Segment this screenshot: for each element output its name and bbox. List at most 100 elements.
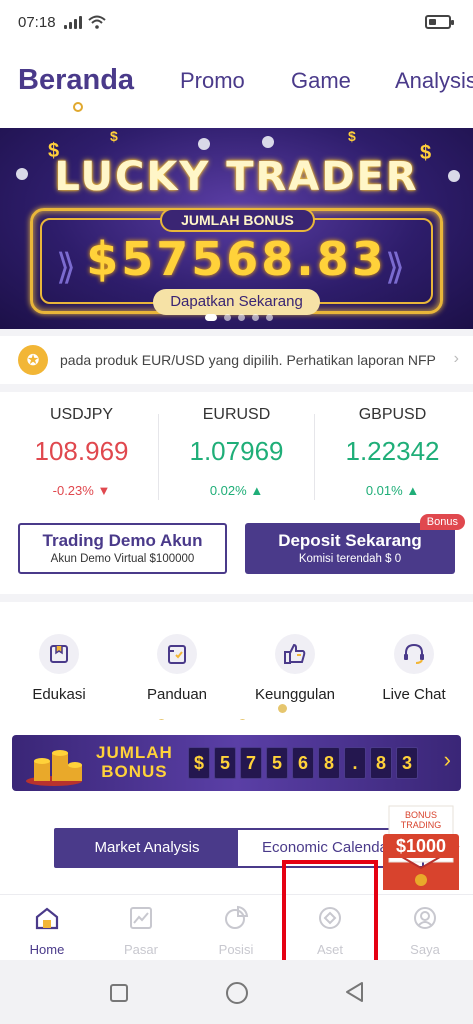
highlight-box <box>282 860 378 968</box>
feature-edukasi[interactable]: Edukasi <box>0 634 118 703</box>
promo-line2: TRADING <box>400 820 442 830</box>
carousel-dot[interactable] <box>205 314 217 321</box>
coin-icon: $ <box>110 128 118 144</box>
feature-keunggulan[interactable]: Keunggulan <box>236 634 354 703</box>
carousel-dot[interactable] <box>252 314 259 321</box>
quote-eurusd[interactable]: EURUSD 1.07969 0.02% ▲ <box>158 406 315 498</box>
quote-price: 1.22342 <box>345 436 440 466</box>
promo-label: BONUS TRADING <box>389 810 453 830</box>
wifi-icon <box>87 15 106 29</box>
bonus-trading-promo[interactable]: BONUS TRADING $1000 <box>379 802 463 892</box>
quote-change: -0.23% <box>52 483 94 498</box>
chevron-right-icon[interactable]: › <box>454 350 459 368</box>
active-tab-indicator <box>73 102 83 112</box>
banner-amount: $57568.83 <box>86 232 387 286</box>
recent-apps-button[interactable] <box>110 984 128 1002</box>
jackpot-label: JUMLAH BONUS <box>96 743 173 781</box>
carousel-dot[interactable] <box>224 314 231 321</box>
back-button[interactable] <box>343 980 365 1004</box>
banner-title: LUCKY TRADER <box>54 154 419 200</box>
bonus-badge: Bonus <box>419 514 465 530</box>
feature-live-chat[interactable]: Live Chat <box>355 634 473 703</box>
bottom-nav: Home Pasar Posisi Aset Saya <box>0 894 473 960</box>
home-icon <box>35 907 59 930</box>
quote-price: 1.07969 <box>189 436 284 466</box>
home-button[interactable] <box>226 982 248 1004</box>
nav-saya[interactable]: Saya <box>378 905 472 957</box>
carousel-dot[interactable] <box>238 314 245 321</box>
quote-usdjpy[interactable]: USDJPY 108.969 -0.23% ▼ <box>3 406 160 498</box>
jackpot-digit: 3 <box>396 747 418 779</box>
deposit-title: Deposit Sekarang <box>278 531 422 550</box>
tab-game[interactable]: Game <box>291 68 351 94</box>
thumbs-up-icon <box>275 634 315 674</box>
deposit-button[interactable]: Deposit Sekarang Komisi terendah $ 0 <box>245 523 455 574</box>
tab-market-analysis[interactable]: Market Analysis <box>56 830 238 866</box>
quotes-panel: USDJPY 108.969 -0.23% ▼ EURUSD 1.07969 0… <box>0 392 473 594</box>
nav-label: Pasar <box>124 942 158 957</box>
promo-line1: BONUS <box>404 810 437 820</box>
signal-icon <box>63 15 82 29</box>
quote-symbol: USDJPY <box>49 406 114 423</box>
pie-chart-icon <box>225 905 249 929</box>
ornament-icon <box>198 138 210 150</box>
promo-banner[interactable]: $ $ $ $ LUCKY TRADER JUMLAH BONUS ⟫ ⟫ $5… <box>0 128 473 329</box>
chart-icon <box>130 907 152 929</box>
demo-account-button[interactable]: Trading Demo Akun Akun Demo Virtual $100… <box>18 523 227 574</box>
top-nav: Beranda Promo Game Analysis <box>0 44 473 128</box>
battery-icon <box>425 15 454 29</box>
get-now-button[interactable]: Dapatkan Sekarang <box>153 289 320 315</box>
jackpot-label-line1: JUMLAH <box>96 743 173 762</box>
quote-change: 0.02% <box>209 483 247 498</box>
coin-stack-icon <box>26 750 82 786</box>
nav-posisi[interactable]: Posisi <box>189 905 283 957</box>
feature-label: Edukasi <box>32 686 86 703</box>
coin-icon <box>278 704 287 713</box>
award-icon: ✪ <box>18 345 48 375</box>
feature-label: Keunggulan <box>254 686 336 703</box>
feature-label: Panduan <box>146 686 208 703</box>
nav-label: Home <box>29 942 65 957</box>
quote-change: 0.01% <box>365 483 403 498</box>
bonus-label: JUMLAH BONUS <box>160 208 315 232</box>
user-icon <box>414 907 436 929</box>
feature-grid: Edukasi Panduan Keunggulan Live Chat <box>0 602 473 728</box>
status-bar: 07:18 <box>0 0 473 44</box>
jackpot-digits: $ 5 7 5 6 8 . 8 3 <box>188 747 418 779</box>
arrow-up-icon: ▲ <box>406 483 420 498</box>
quote-symbol: EURUSD <box>202 406 271 423</box>
carousel-dot[interactable] <box>266 314 273 321</box>
analysis-section: Market Analysis Economic Calendar BONUS … <box>0 805 473 894</box>
jackpot-digit: 8 <box>318 747 340 779</box>
jackpot-digit: 7 <box>240 747 262 779</box>
chevron-right-icon[interactable]: › <box>444 747 451 773</box>
jackpot-digit: 8 <box>370 747 392 779</box>
feature-label: Live Chat <box>382 686 446 703</box>
carousel-dots <box>205 314 273 321</box>
tab-analysis[interactable]: Analysis <box>395 68 473 94</box>
tab-promo[interactable]: Promo <box>180 68 245 94</box>
book-icon <box>39 634 79 674</box>
jackpot-digit: 5 <box>214 747 236 779</box>
deposit-subtitle: Komisi terendah $ 0 <box>298 553 402 565</box>
coin-icon: $ <box>348 128 356 144</box>
feature-panduan[interactable]: Panduan <box>118 634 236 703</box>
jackpot-banner[interactable]: JUMLAH BONUS $ 5 7 5 6 8 . 8 3 › <box>12 735 461 791</box>
system-nav-bar <box>0 960 473 1024</box>
jackpot-digit: $ <box>188 747 210 779</box>
nav-home[interactable]: Home <box>0 905 94 957</box>
demo-subtitle: Akun Demo Virtual $100000 <box>50 553 195 565</box>
jackpot-digit: 5 <box>266 747 288 779</box>
jackpot-digit: 6 <box>292 747 314 779</box>
jackpot-label-line2: BONUS <box>101 762 168 781</box>
promo-amount: $1000 <box>383 834 459 858</box>
news-ticker[interactable]: ✪ pada produk EUR/USD yang dipilih. Perh… <box>0 336 473 384</box>
arrow-up-icon: ▲ <box>250 483 264 498</box>
nav-label: Saya <box>410 942 440 957</box>
quote-symbol: GBPUSD <box>358 406 427 423</box>
nav-pasar[interactable]: Pasar <box>94 905 188 957</box>
quote-gbpusd[interactable]: GBPUSD 1.22342 0.01% ▲ <box>314 406 471 498</box>
ticker-text: pada produk EUR/USD yang dipilih. Perhat… <box>60 352 436 368</box>
ornament-icon <box>262 136 274 148</box>
tab-beranda[interactable]: Beranda <box>18 64 134 97</box>
